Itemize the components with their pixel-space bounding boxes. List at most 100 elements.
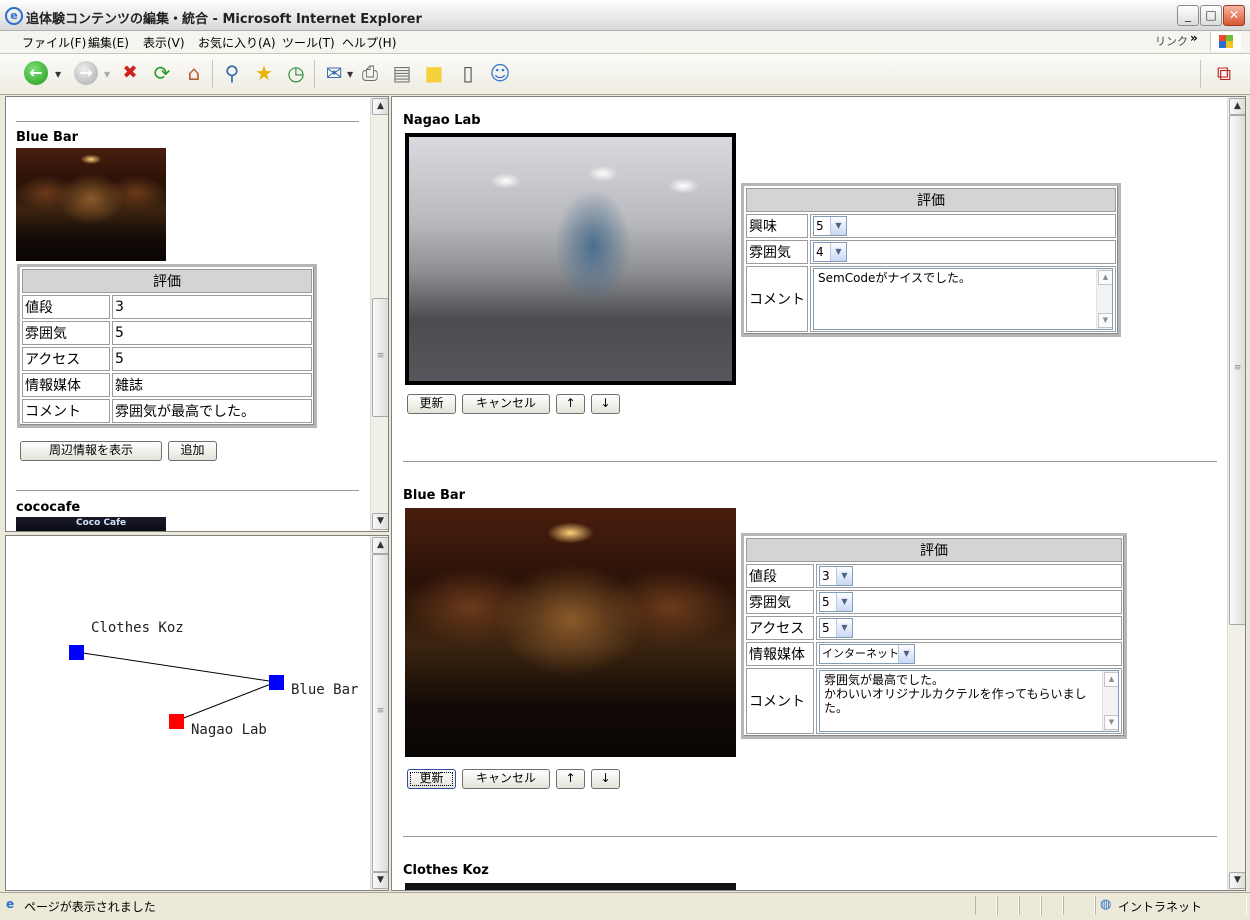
move-down-button[interactable]: ↓ [591, 769, 620, 789]
eval-label: コメント [746, 668, 814, 734]
menu-view[interactable]: 表示(V) [143, 34, 185, 51]
menu-edit[interactable]: 編集(E) [88, 34, 129, 51]
left-list-scrollbar[interactable]: ▲ ▼ [370, 97, 388, 531]
scroll-down-icon[interactable]: ▼ [372, 872, 388, 889]
favorites-icon[interactable]: ★ [252, 61, 276, 85]
home-icon[interactable]: ⌂ [182, 61, 206, 85]
show-nearby-button[interactable]: 周辺情報を表示 [20, 441, 162, 461]
place-title: Nagao Lab [403, 113, 481, 128]
map-label-nagao-lab: Nagao Lab [191, 722, 267, 738]
menu-file[interactable]: ファイル(F) [22, 34, 86, 51]
comment-textarea[interactable]: 雰囲気が最高でした。 かわいいオリジナルカクテルを作ってもらいました。 ▲ ▼ [819, 670, 1119, 732]
security-zone: イントラネット [1118, 900, 1203, 914]
window-title: 追体験コンテンツの編集・統合 - Microsoft Internet Expl… [26, 12, 422, 27]
scroll-down-icon[interactable]: ▼ [372, 513, 388, 530]
move-down-button[interactable]: ↓ [591, 394, 620, 414]
page-icon: e [6, 897, 15, 911]
move-up-button[interactable]: ↑ [556, 769, 585, 789]
mail-icon[interactable]: ✉ [322, 61, 346, 85]
interest-select[interactable]: 5 ▼ [813, 216, 847, 236]
textarea-scrollbar[interactable]: ▲ ▼ [1096, 269, 1112, 329]
textarea-scrollbar[interactable]: ▲ ▼ [1102, 671, 1118, 731]
pdf-icon[interactable]: ⧉ [1212, 61, 1236, 85]
select-value: 4 [816, 245, 824, 259]
links-label[interactable]: リンク [1155, 33, 1188, 49]
place-title: Blue Bar [16, 130, 79, 145]
textarea-value: SemCodeがナイスでした。 [818, 271, 972, 285]
eval-value: 5 [112, 347, 312, 371]
scroll-up-icon[interactable]: ▲ [372, 537, 388, 554]
discuss-icon[interactable]: ■ [422, 61, 446, 85]
main-scrollbar[interactable]: ▲ ▼ [1227, 97, 1245, 890]
media-select[interactable]: インターネット ▼ [819, 644, 915, 664]
access-select[interactable]: 5 ▼ [819, 618, 853, 638]
cancel-button[interactable]: キャンセル [462, 769, 550, 789]
back-icon[interactable]: ← [24, 61, 48, 85]
print-icon[interactable]: ⎙ [358, 61, 382, 85]
atmosphere-select[interactable]: 4 ▼ [813, 242, 847, 262]
scroll-down-icon[interactable]: ▼ [1098, 313, 1112, 328]
divider [403, 461, 1217, 462]
history-icon[interactable]: ◷ [284, 61, 308, 85]
scroll-up-icon[interactable]: ▲ [372, 98, 388, 115]
refresh-icon[interactable]: ⟳ [150, 61, 174, 85]
scroll-thumb[interactable] [372, 554, 388, 872]
links-chevron-icon[interactable]: » [1190, 31, 1198, 45]
eval-header: 評価 [746, 188, 1116, 212]
map-label-clothes-koz: Clothes Koz [91, 620, 184, 636]
chevron-down-icon: ▼ [898, 645, 914, 663]
map-node-blue-bar[interactable] [269, 675, 284, 690]
photo-caption: Coco Cafe [76, 518, 127, 528]
evaluation-table: 評価 値段 3 雰囲気 5 アクセス 5 情報媒体 雑誌 コメント 雰囲気が最高… [17, 264, 317, 428]
map-canvas [69, 645, 284, 729]
update-button[interactable]: 更新 [407, 394, 456, 414]
menu-help[interactable]: ヘルプ(H) [342, 34, 396, 51]
menu-favorites[interactable]: お気に入り(A) [198, 34, 276, 51]
scroll-up-icon[interactable]: ▲ [1229, 98, 1245, 115]
ie-logo-icon: e [5, 7, 23, 25]
eval-value: 雰囲気が最高でした。 [112, 399, 312, 423]
eval-label: 興味 [746, 214, 808, 238]
edit-icon[interactable]: ▤ [390, 61, 414, 85]
map-node-clothes-koz[interactable] [69, 645, 84, 660]
menu-tools[interactable]: ツール(T) [282, 34, 335, 51]
eval-label: 情報媒体 [746, 642, 814, 666]
messenger-icon[interactable]: ▯ [456, 61, 480, 85]
mail-dropdown-icon[interactable]: ▼ [347, 70, 353, 79]
title-bar: e 追体験コンテンツの編集・統合 - Microsoft Internet Ex… [0, 0, 1250, 31]
move-up-button[interactable]: ↑ [556, 394, 585, 414]
chevron-down-icon: ▼ [836, 593, 852, 611]
scroll-up-icon[interactable]: ▲ [1098, 270, 1112, 285]
scroll-down-icon[interactable]: ▼ [1104, 715, 1118, 730]
cancel-button[interactable]: キャンセル [462, 394, 550, 414]
close-button[interactable]: ✕ [1223, 5, 1245, 26]
scroll-up-icon[interactable]: ▲ [1104, 672, 1118, 687]
price-select[interactable]: 3 ▼ [819, 566, 853, 586]
scroll-thumb[interactable] [1229, 115, 1245, 625]
stop-icon[interactable]: ✖ [118, 61, 142, 85]
map-link [75, 651, 277, 683]
minimize-button[interactable]: _ [1177, 5, 1199, 26]
forward-icon[interactable]: → [74, 61, 98, 85]
add-button[interactable]: 追加 [168, 441, 217, 461]
toolbar: ← ▼ → ▼ ✖ ⟳ ⌂ ⚲ ★ ◷ ✉ ▼ ⎙ ▤ ■ ▯ ☺ ⧉ [0, 54, 1250, 95]
map-node-nagao-lab[interactable] [169, 714, 184, 729]
contacts-icon[interactable]: ☺ [488, 61, 512, 85]
scroll-thumb[interactable] [372, 298, 388, 417]
map-scrollbar[interactable]: ▲ ▼ [370, 536, 388, 890]
comment-textarea[interactable]: SemCodeがナイスでした。 ▲ ▼ [813, 268, 1113, 330]
select-value: 3 [822, 569, 830, 583]
chevron-down-icon: ▼ [830, 217, 846, 235]
eval-label: 雰囲気 [746, 590, 814, 614]
scroll-down-icon[interactable]: ▼ [1229, 872, 1245, 889]
select-value: 5 [822, 621, 830, 635]
select-value: インターネット [822, 647, 899, 660]
update-button[interactable]: 更新 [407, 769, 456, 789]
back-dropdown-icon[interactable]: ▼ [55, 70, 61, 79]
maximize-button[interactable]: □ [1200, 5, 1222, 26]
main-frame: Nagao Lab 評価 興味 5 ▼ 雰囲気 4 ▼ コメント SemCodeがナ… [391, 96, 1246, 891]
atmosphere-select[interactable]: 5 ▼ [819, 592, 853, 612]
search-icon[interactable]: ⚲ [220, 61, 244, 85]
forward-dropdown-icon[interactable]: ▼ [104, 70, 110, 79]
menu-bar: ファイル(F) 編集(E) 表示(V) お気に入り(A) ツール(T) ヘルプ(… [0, 31, 1250, 54]
